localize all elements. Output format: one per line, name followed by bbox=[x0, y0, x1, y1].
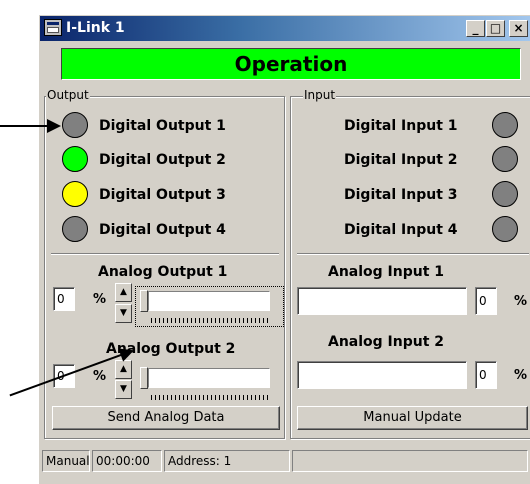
digital-input-4-led bbox=[492, 216, 518, 242]
digital-output-3-led[interactable] bbox=[62, 181, 88, 207]
analog-output-2-ticks bbox=[151, 395, 268, 400]
send-analog-data-button[interactable]: Send Analog Data bbox=[52, 406, 280, 430]
maximize-button[interactable]: □ bbox=[486, 20, 505, 37]
close-button[interactable]: × bbox=[509, 20, 528, 37]
analog-output-1-spin-up[interactable]: ▲ bbox=[115, 283, 132, 302]
analog-input-1-unit: % bbox=[514, 294, 528, 309]
digital-output-1-led[interactable] bbox=[62, 112, 88, 138]
analog-input-2-value: 0 bbox=[475, 361, 497, 389]
analog-output-1-ticks bbox=[151, 318, 268, 323]
annotation-arrow-digital-output bbox=[0, 119, 61, 133]
digital-output-2-label: Digital Output 2 bbox=[99, 152, 226, 168]
digital-output-2-led[interactable] bbox=[62, 146, 88, 172]
digital-input-4-label: Digital Input 4 bbox=[344, 222, 458, 238]
analog-input-1-label: Analog Input 1 bbox=[328, 264, 445, 280]
analog-output-2-unit: % bbox=[93, 369, 107, 384]
digital-input-3-label: Digital Input 3 bbox=[344, 187, 458, 203]
analog-output-1-unit: % bbox=[93, 292, 107, 307]
analog-input-2-label: Analog Input 2 bbox=[328, 334, 445, 350]
analog-output-2-slider-track[interactable] bbox=[148, 368, 270, 388]
analog-output-1-value[interactable]: 0 bbox=[53, 287, 75, 311]
analog-output-1-spin-down[interactable]: ▼ bbox=[115, 304, 132, 323]
output-separator bbox=[51, 253, 279, 255]
analog-input-1-value: 0 bbox=[475, 287, 497, 315]
analog-output-1-slider-thumb[interactable] bbox=[140, 290, 148, 312]
analog-output-1-slider-track bbox=[148, 291, 270, 311]
analog-output-2-spin-down[interactable]: ▼ bbox=[115, 380, 132, 399]
digital-output-4-led[interactable] bbox=[62, 216, 88, 242]
digital-input-2-label: Digital Input 2 bbox=[344, 152, 458, 168]
analog-input-2-bar bbox=[297, 361, 467, 389]
input-group-label: Input bbox=[303, 88, 337, 102]
digital-input-1-label: Digital Input 1 bbox=[344, 118, 458, 134]
mode-banner: Operation bbox=[61, 48, 521, 80]
window-title: I-Link 1 bbox=[66, 20, 125, 36]
digital-input-2-led bbox=[492, 146, 518, 172]
digital-output-4-label: Digital Output 4 bbox=[99, 222, 226, 238]
analog-output-2-spin-up[interactable]: ▲ bbox=[115, 360, 132, 379]
analog-output-1-label: Analog Output 1 bbox=[98, 264, 228, 280]
digital-input-3-led bbox=[492, 181, 518, 207]
digital-output-3-label: Digital Output 3 bbox=[99, 187, 226, 203]
analog-input-1-bar bbox=[297, 287, 467, 315]
digital-output-1-label: Digital Output 1 bbox=[99, 118, 226, 134]
analog-input-2-unit: % bbox=[514, 368, 528, 383]
input-separator bbox=[297, 253, 529, 255]
manual-update-button[interactable]: Manual Update bbox=[297, 406, 528, 430]
minimize-button[interactable]: _ bbox=[466, 20, 485, 37]
analog-output-2-slider-thumb[interactable] bbox=[140, 367, 148, 389]
digital-input-1-led bbox=[492, 112, 518, 138]
app-icon[interactable] bbox=[44, 19, 62, 36]
output-group-label: Output bbox=[46, 88, 90, 102]
